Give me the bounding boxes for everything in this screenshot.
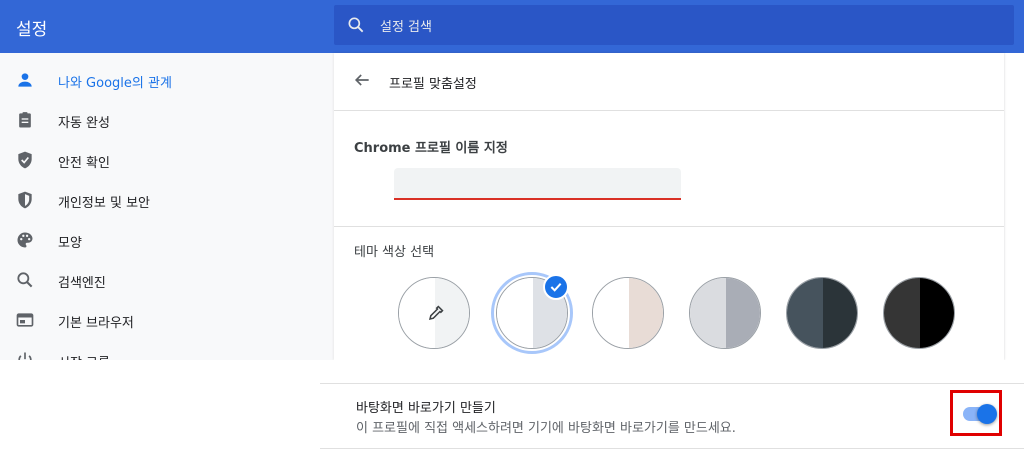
settings-search-box[interactable]: 설정 검색 bbox=[334, 5, 1014, 45]
sidebar-item-privacy-security[interactable]: 개인정보 및 보안 bbox=[0, 180, 333, 220]
sidebar-item-safety-check[interactable]: 안전 확인 bbox=[0, 140, 333, 180]
sidebar-item-label: 나와 Google의 관계 bbox=[58, 76, 172, 91]
profile-name-input[interactable] bbox=[394, 168, 681, 200]
divider bbox=[334, 226, 1004, 227]
search-placeholder: 설정 검색 bbox=[380, 20, 432, 35]
page-title: 프로필 맞춤설정 bbox=[389, 77, 477, 92]
power-icon bbox=[18, 352, 32, 360]
sidebar-item-label: 검색엔진 bbox=[58, 276, 106, 291]
theme-color-label: 테마 색상 선택 bbox=[354, 245, 435, 260]
swatch-right bbox=[726, 278, 760, 348]
theme-swatch-gray[interactable] bbox=[689, 277, 761, 349]
person-icon bbox=[18, 73, 32, 87]
sidebar-item-autofill[interactable]: 자동 완성 bbox=[0, 100, 333, 140]
sidebar-item-on-startup[interactable]: 시작 그룹 bbox=[0, 340, 333, 360]
profile-name-label: Chrome 프로필 이름 지정 bbox=[354, 141, 508, 156]
profile-customization-card: 프로필 맞춤설정 Chrome 프로필 이름 지정 테마 색상 선택 bbox=[334, 53, 1004, 360]
shortcut-description: 이 프로필에 직접 액세스하려면 기기에 바탕화면 바로가기를 만드세요. bbox=[356, 421, 736, 436]
sidebar-item-you-and-google[interactable]: 나와 Google의 관계 bbox=[0, 60, 333, 100]
check-icon bbox=[550, 282, 562, 292]
app-title: 설정 bbox=[16, 20, 48, 40]
theme-swatch-custom[interactable] bbox=[398, 277, 470, 349]
app-header: 설정 설정 검색 bbox=[0, 0, 1024, 53]
palette-icon bbox=[17, 232, 33, 248]
swatch-left bbox=[593, 278, 629, 348]
swatch-left bbox=[884, 278, 920, 348]
desktop-shortcut-toggle[interactable] bbox=[963, 404, 997, 424]
sidebar-item-label: 모양 bbox=[58, 236, 82, 251]
theme-swatch-black[interactable] bbox=[883, 277, 955, 349]
sidebar-item-label: 안전 확인 bbox=[58, 156, 110, 171]
search-icon bbox=[17, 272, 33, 288]
sidebar-item-label: 자동 완성 bbox=[58, 116, 110, 131]
clipboard-icon bbox=[19, 112, 31, 128]
blank-area bbox=[0, 360, 320, 464]
browser-icon bbox=[16, 313, 34, 327]
eyedropper-icon bbox=[428, 305, 444, 321]
sidebar-item-label: 기본 브라우저 bbox=[58, 316, 134, 331]
search-icon bbox=[348, 17, 364, 33]
swatch-right bbox=[823, 278, 857, 348]
selected-check-badge bbox=[543, 274, 569, 300]
desktop-shortcut-row: 바탕화면 바로가기 만들기 이 프로필에 직접 액세스하려면 기기에 바탕화면 … bbox=[320, 360, 1024, 464]
toggle-knob bbox=[977, 404, 997, 424]
theme-swatch-beige[interactable] bbox=[592, 277, 664, 349]
swatch-right bbox=[629, 278, 663, 348]
divider bbox=[320, 448, 1024, 449]
swatch-left bbox=[787, 278, 823, 348]
sidebar-item-label: 시작 그룹 bbox=[58, 352, 110, 360]
divider bbox=[320, 383, 1024, 384]
theme-swatch-slate[interactable] bbox=[786, 277, 858, 349]
back-arrow-icon[interactable] bbox=[352, 70, 372, 90]
shield-check-icon bbox=[18, 151, 32, 169]
shield-half-icon bbox=[18, 191, 32, 209]
sidebar-item-search-engine[interactable]: 검색엔진 bbox=[0, 260, 333, 300]
divider bbox=[334, 110, 1004, 111]
swatch-left bbox=[690, 278, 726, 348]
sidebar-item-label: 개인정보 및 보안 bbox=[58, 196, 150, 211]
swatch-right bbox=[920, 278, 954, 348]
sidebar: 나와 Google의 관계 자동 완성 안전 확인 개인정보 및 보안 모양 검… bbox=[0, 53, 333, 360]
sidebar-item-appearance[interactable]: 모양 bbox=[0, 220, 333, 260]
swatch-left bbox=[497, 278, 533, 348]
shortcut-title: 바탕화면 바로가기 만들기 bbox=[356, 401, 496, 416]
sidebar-item-default-browser[interactable]: 기본 브라우저 bbox=[0, 300, 333, 340]
